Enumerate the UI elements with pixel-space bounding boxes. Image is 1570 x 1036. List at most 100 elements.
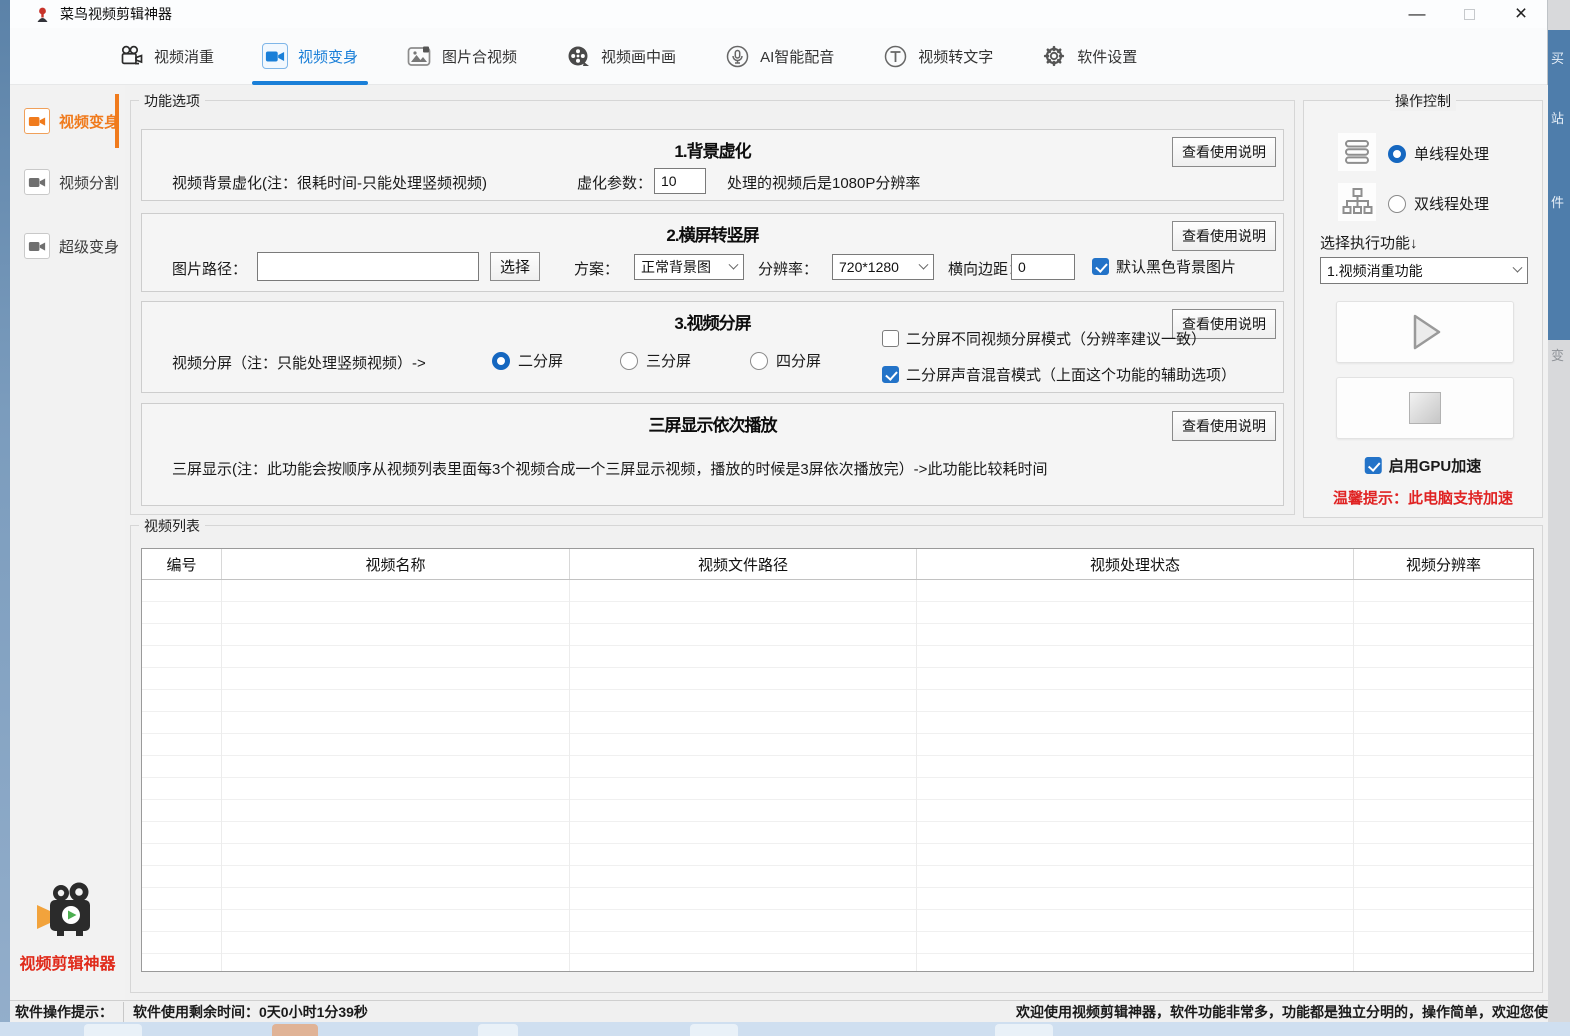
play-icon bbox=[1403, 310, 1447, 354]
camcorder-icon bbox=[262, 43, 288, 69]
gear-icon bbox=[1041, 43, 1067, 69]
section-title: 2.横屏转竖屏 bbox=[142, 221, 1283, 246]
section-triple-display: 三屏显示依次播放 查看使用说明 三屏显示(注：此功能会按顺序从视频列表里面每3个… bbox=[141, 403, 1284, 506]
status-time: 软件使用剩余时间：0天0小时1分39秒 bbox=[124, 1002, 368, 1022]
checkbox-icon bbox=[1092, 258, 1109, 275]
main-area: 视频剪辑神器 视频变身视频分割超级变身 功能选项 1.背景虚化 查看使用说明 视… bbox=[10, 85, 1548, 1000]
sidebar-item-1[interactable]: 视频分割 bbox=[24, 169, 119, 195]
radio-icon bbox=[750, 352, 768, 370]
statusbar: 软件操作提示： 软件使用剩余时间：0天0小时1分39秒 欢迎使用视频剪辑神器，软… bbox=[10, 1000, 1548, 1022]
split-radio-三分屏[interactable]: 三分屏 bbox=[620, 350, 691, 371]
content: 功能选项 1.背景虚化 查看使用说明 视频背景虚化(注：很耗时间-只能处理竖频视… bbox=[125, 85, 1548, 1000]
section-background-blur: 1.背景虚化 查看使用说明 视频背景虚化(注：很耗时间-只能处理竖频视频) 虚化… bbox=[141, 129, 1284, 201]
blur-param-input[interactable] bbox=[654, 168, 706, 194]
choose-button[interactable]: 选择 bbox=[490, 252, 540, 281]
radio-label: 单线程处理 bbox=[1414, 143, 1489, 164]
default-black-bg-checkbox[interactable]: 默认黑色背景图片 bbox=[1092, 256, 1236, 277]
help-button[interactable]: 查看使用说明 bbox=[1172, 411, 1276, 441]
tab-label: 图片合视频 bbox=[442, 46, 517, 67]
column-header-0[interactable]: 编号 bbox=[142, 549, 222, 579]
taskbar bbox=[0, 1022, 1570, 1036]
checkbox-icon bbox=[882, 330, 899, 347]
resolution-value: 720*1280 bbox=[839, 259, 899, 275]
sidebar-item-0[interactable]: 视频变身 bbox=[24, 108, 119, 134]
radio-label: 四分屏 bbox=[776, 350, 821, 371]
titlebar: 菜鸟视频剪辑神器 — × bbox=[10, 0, 1547, 28]
split-radio-二分屏[interactable]: 二分屏 bbox=[492, 350, 563, 371]
scheme-select[interactable]: 正常背景图 bbox=[634, 254, 744, 280]
chevron-down-icon bbox=[919, 259, 929, 269]
section-title: 三屏显示依次播放 bbox=[142, 411, 1283, 436]
taskbar-item[interactable] bbox=[478, 1024, 518, 1036]
single-thread-radio[interactable]: 单线程处理 bbox=[1388, 143, 1489, 164]
split-mode-checkbox[interactable]: 二分屏不同视频分屏模式（分辨率建议一致） bbox=[882, 328, 1206, 349]
radio-icon bbox=[492, 352, 510, 370]
video-table[interactable]: 编号视频名称视频文件路径视频处理状态视频分辨率 bbox=[141, 548, 1534, 972]
stop-icon bbox=[1409, 392, 1441, 424]
close-button[interactable]: × bbox=[1495, 0, 1547, 28]
chevron-down-icon bbox=[729, 259, 739, 269]
function-select[interactable]: 1.视频消重功能 bbox=[1320, 257, 1528, 284]
tab-3[interactable]: 视频画中画 bbox=[565, 28, 676, 85]
dual-thread-icon bbox=[1338, 183, 1376, 221]
column-header-4[interactable]: 视频分辨率 bbox=[1354, 549, 1533, 579]
background-text-fragment: 件 bbox=[1551, 192, 1564, 211]
checkbox-label: 二分屏不同视频分屏模式（分辨率建议一致） bbox=[906, 328, 1206, 349]
sidebar: 视频剪辑神器 视频变身视频分割超级变身 bbox=[10, 85, 125, 1000]
features-group: 功能选项 1.背景虚化 查看使用说明 视频背景虚化(注：很耗时间-只能处理竖频视… bbox=[130, 100, 1295, 515]
margin-input[interactable] bbox=[1011, 254, 1075, 280]
taskbar-item[interactable] bbox=[84, 1024, 142, 1036]
image-path-input[interactable] bbox=[257, 252, 479, 281]
resolution-select[interactable]: 720*1280 bbox=[832, 254, 934, 280]
gpu-tip: 温馨提示：此电脑支持加速 bbox=[1304, 487, 1542, 508]
tab-4[interactable]: AI智能配音 bbox=[724, 28, 834, 85]
checkbox-label: 二分屏声音混音模式（上面这个功能的辅助选项） bbox=[906, 364, 1236, 385]
column-header-3[interactable]: 视频处理状态 bbox=[917, 549, 1354, 579]
maximize-button[interactable] bbox=[1443, 0, 1495, 28]
blur-note: 处理的视频后是1080P分辨率 bbox=[727, 172, 920, 193]
checkbox-icon bbox=[882, 366, 899, 383]
tab-1[interactable]: 视频变身 bbox=[262, 28, 358, 85]
features-group-title: 功能选项 bbox=[139, 91, 205, 111]
help-button[interactable]: 查看使用说明 bbox=[1172, 137, 1276, 167]
function-select-label: 选择执行功能↓ bbox=[1320, 232, 1418, 253]
radio-icon bbox=[1388, 195, 1406, 213]
resolution-label: 分辨率： bbox=[758, 258, 818, 279]
split-mix-audio-checkbox[interactable]: 二分屏声音混音模式（上面这个功能的辅助选项） bbox=[882, 364, 1236, 385]
help-button[interactable]: 查看使用说明 bbox=[1172, 221, 1276, 251]
text-t-icon bbox=[882, 43, 908, 69]
tab-label: 视频转文字 bbox=[918, 46, 993, 67]
tab-label: 视频消重 bbox=[154, 46, 214, 67]
taskbar-item[interactable] bbox=[995, 1024, 1053, 1036]
column-body-2 bbox=[570, 580, 917, 971]
dual-thread-radio[interactable]: 双线程处理 bbox=[1388, 193, 1489, 214]
background-window-strip bbox=[1548, 30, 1570, 340]
column-header-1[interactable]: 视频名称 bbox=[222, 549, 570, 579]
function-select-value: 1.视频消重功能 bbox=[1327, 261, 1423, 281]
radio-label: 二分屏 bbox=[518, 350, 563, 371]
tab-0[interactable]: 视频消重 bbox=[118, 28, 214, 85]
taskbar-item[interactable] bbox=[690, 1024, 738, 1036]
background-text-fragment: 站 bbox=[1551, 108, 1564, 127]
camcorder-icon bbox=[24, 108, 50, 134]
tab-5[interactable]: 视频转文字 bbox=[882, 28, 993, 85]
tab-6[interactable]: 软件设置 bbox=[1041, 28, 1137, 85]
tab-2[interactable]: 图片合视频 bbox=[406, 28, 517, 85]
sidebar-item-label: 视频分割 bbox=[59, 172, 119, 193]
gpu-checkbox[interactable]: 启用GPU加速 bbox=[1365, 455, 1482, 476]
column-header-2[interactable]: 视频文件路径 bbox=[570, 549, 917, 579]
scheme-value: 正常背景图 bbox=[641, 257, 711, 277]
desktop-edge-left bbox=[0, 0, 10, 1036]
video-table-header: 编号视频名称视频文件路径视频处理状态视频分辨率 bbox=[142, 549, 1533, 580]
tab-label: 软件设置 bbox=[1077, 46, 1137, 67]
play-button[interactable] bbox=[1336, 301, 1514, 363]
stop-button[interactable] bbox=[1336, 377, 1514, 439]
sidebar-item-2[interactable]: 超级变身 bbox=[24, 233, 119, 259]
minimize-button[interactable]: — bbox=[1391, 0, 1443, 28]
screen: 菜鸟视频剪辑神器 — × 视频消重视频变身图片合视频视频画中画AI智能配音视频转… bbox=[0, 0, 1570, 1036]
split-radio-四分屏[interactable]: 四分屏 bbox=[750, 350, 821, 371]
desktop-edge-right: 买站件变 bbox=[1548, 0, 1570, 1036]
movie-camera-icon bbox=[118, 43, 144, 69]
taskbar-item[interactable] bbox=[272, 1024, 318, 1036]
camcorder-icon bbox=[24, 233, 50, 259]
